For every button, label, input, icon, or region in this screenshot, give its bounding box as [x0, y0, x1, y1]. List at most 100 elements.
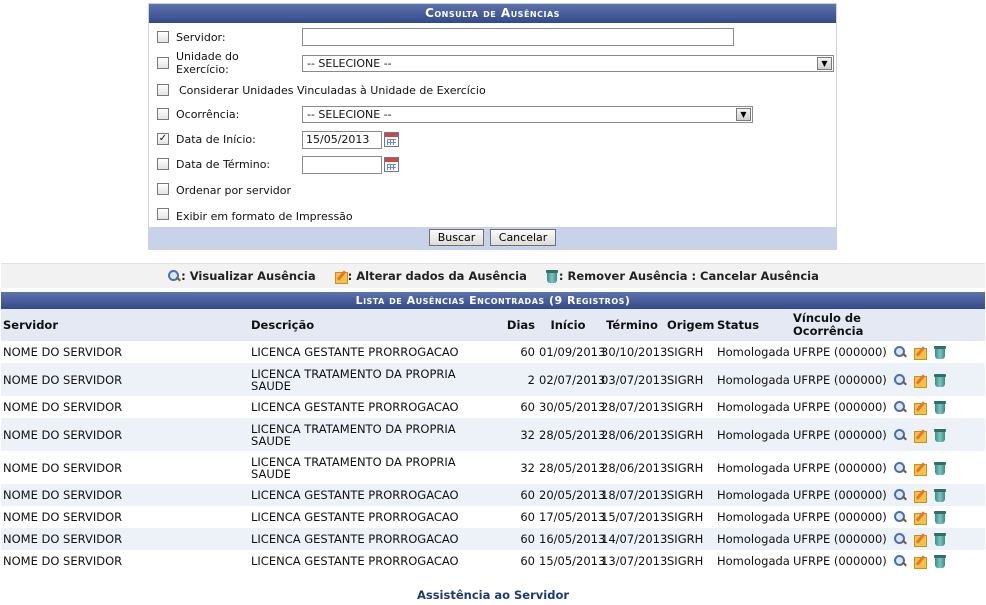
magnifier-icon[interactable]	[893, 345, 907, 359]
trash-icon[interactable]	[933, 373, 947, 387]
data-inicio-input[interactable]: 15/05/2013	[302, 131, 382, 149]
col-descricao[interactable]: Descrição	[249, 309, 501, 341]
ocorrencia-checkbox[interactable]	[157, 108, 169, 120]
trash-icon[interactable]	[933, 461, 947, 475]
trash-icon[interactable]	[933, 488, 947, 502]
results-panel: Lista de Ausências Encontradas (9 Regist…	[1, 292, 985, 572]
calendar-icon[interactable]	[384, 157, 399, 172]
chevron-down-icon[interactable]: ▼	[736, 108, 751, 121]
data-termino-input[interactable]	[302, 156, 382, 174]
magnifier-icon[interactable]	[893, 488, 907, 502]
col-status[interactable]: Status	[715, 309, 791, 341]
cell-termino: 28/07/2013	[599, 396, 667, 418]
unidade-select[interactable]: -- SELECIONE -- ▼	[302, 55, 834, 72]
col-termino[interactable]: Término	[599, 309, 665, 341]
table-row: NOME DO SERVIDOR LICENCA GESTANTE PRORROG…	[1, 396, 985, 418]
data-inicio-checkbox[interactable]: ✓	[157, 133, 169, 145]
cell-termino: 14/07/2013	[599, 528, 667, 550]
servidor-checkbox[interactable]	[157, 31, 169, 43]
trash-icon[interactable]	[933, 532, 947, 546]
magnifier-icon[interactable]	[893, 428, 907, 442]
magnifier-icon[interactable]	[893, 400, 907, 414]
impressao-label: Exibir em formato de Impressão	[176, 210, 353, 223]
magnifier-icon[interactable]	[893, 510, 907, 524]
cell-dias: 60	[501, 484, 537, 506]
table-row: NOME DO SERVIDOR LICENCA TRATAMENTO DA PR…	[1, 418, 985, 451]
unidade-row: Unidade do Exercício: -- SELECIONE -- ▼	[149, 50, 836, 78]
unidade-selected: -- SELECIONE --	[307, 57, 392, 70]
cell-descricao: LICENCA GESTANTE PRORROGACAO	[249, 484, 501, 506]
table-row: NOME DO SERVIDOR LICENCA GESTANTE PRORROG…	[1, 506, 985, 528]
assistencia-link[interactable]: Assistência ao Servidor	[0, 588, 986, 602]
col-inicio[interactable]: Início	[537, 309, 599, 341]
cell-status: Homologada	[715, 341, 791, 363]
col-dias[interactable]: Dias	[501, 309, 537, 341]
servidor-row: Servidor:	[149, 28, 836, 48]
cell-descricao: LICENCA GESTANTE PRORROGACAO	[249, 550, 501, 572]
magnifier-icon[interactable]	[893, 554, 907, 568]
legend-visualizar: : Visualizar Ausência	[167, 264, 316, 289]
unidade-label-line2: Exercício:	[176, 63, 229, 76]
trash-icon[interactable]	[933, 510, 947, 524]
edit-icon[interactable]	[913, 510, 927, 525]
results-body: NOME DO SERVIDOR LICENCA GESTANTE PRORROG…	[1, 341, 985, 572]
col-servidor[interactable]: Servidor	[1, 309, 249, 341]
cell-descricao: LICENCA GESTANTE PRORROGACAO	[249, 528, 501, 550]
cell-dias: 60	[501, 341, 537, 363]
cell-origem: SIGRH	[665, 528, 715, 550]
col-origem[interactable]: Origem	[665, 309, 715, 341]
edit-icon[interactable]	[913, 428, 927, 443]
cell-origem: SIGRH	[665, 341, 715, 363]
trash-icon[interactable]	[933, 428, 947, 442]
cell-status: Homologada	[715, 418, 791, 451]
magnifier-icon[interactable]	[893, 461, 907, 475]
servidor-input[interactable]	[302, 28, 734, 46]
ocorrencia-select[interactable]: -- SELECIONE -- ▼	[302, 106, 753, 123]
data-inicio-row: ✓ Data de Início: 15/05/2013	[149, 130, 836, 150]
data-termino-checkbox[interactable]	[157, 158, 169, 170]
edit-icon[interactable]	[913, 532, 927, 547]
table-row: NOME DO SERVIDOR LICENCA TRATAMENTO DA PR…	[1, 451, 985, 484]
unidade-label-line1: Unidade do	[176, 50, 239, 63]
table-row: NOME DO SERVIDOR LICENCA GESTANTE PRORROG…	[1, 484, 985, 506]
cell-vinculo: UFRPE (000000)	[791, 363, 891, 396]
cell-termino: 28/06/2013	[599, 451, 667, 484]
edit-icon[interactable]	[913, 345, 927, 360]
trash-icon[interactable]	[933, 400, 947, 414]
cell-servidor: NOME DO SERVIDOR	[1, 341, 249, 363]
edit-icon[interactable]	[913, 400, 927, 415]
cell-inicio: 01/09/2013	[537, 341, 605, 363]
magnifier-icon[interactable]	[893, 532, 907, 546]
calendar-icon[interactable]	[384, 132, 399, 147]
magnifier-icon[interactable]	[893, 373, 907, 387]
impressao-checkbox[interactable]	[157, 208, 169, 220]
table-row: NOME DO SERVIDOR LICENCA TRATAMENTO DA PR…	[1, 363, 985, 396]
chevron-down-icon[interactable]: ▼	[817, 57, 832, 70]
vinculadas-checkbox[interactable]	[157, 84, 169, 96]
ordenar-checkbox[interactable]	[157, 183, 169, 195]
cell-vinculo: UFRPE (000000)	[791, 506, 891, 528]
buscar-button[interactable]: Buscar	[428, 229, 485, 246]
trash-icon[interactable]	[933, 554, 947, 568]
trash-icon[interactable]	[933, 345, 947, 359]
col-vinculo[interactable]: Vínculo de Ocorrência	[791, 309, 891, 341]
cell-dias: 32	[501, 418, 537, 451]
edit-icon[interactable]	[913, 488, 927, 503]
cancelar-button[interactable]: Cancelar	[489, 229, 557, 246]
cell-vinculo: UFRPE (000000)	[791, 528, 891, 550]
data-termino-label: Data de Término:	[176, 158, 271, 171]
results-table: Servidor Descrição Dias Início Término O…	[1, 309, 985, 572]
cell-servidor: NOME DO SERVIDOR	[1, 506, 249, 528]
cell-vinculo: UFRPE (000000)	[791, 396, 891, 418]
unidade-checkbox[interactable]	[157, 57, 169, 69]
edit-icon[interactable]	[913, 373, 927, 388]
table-row: NOME DO SERVIDOR LICENCA GESTANTE PRORROG…	[1, 550, 985, 572]
unidade-label: Unidade do Exercício:	[176, 50, 239, 76]
edit-icon[interactable]	[913, 554, 927, 569]
cell-inicio: 17/05/2013	[537, 506, 605, 528]
cell-dias: 32	[501, 451, 537, 484]
form-footer: Buscar Cancelar	[149, 227, 836, 249]
edit-icon[interactable]	[913, 461, 927, 476]
legend-alterar: : Alterar dados da Ausência	[334, 264, 527, 289]
cell-vinculo: UFRPE (000000)	[791, 451, 891, 484]
